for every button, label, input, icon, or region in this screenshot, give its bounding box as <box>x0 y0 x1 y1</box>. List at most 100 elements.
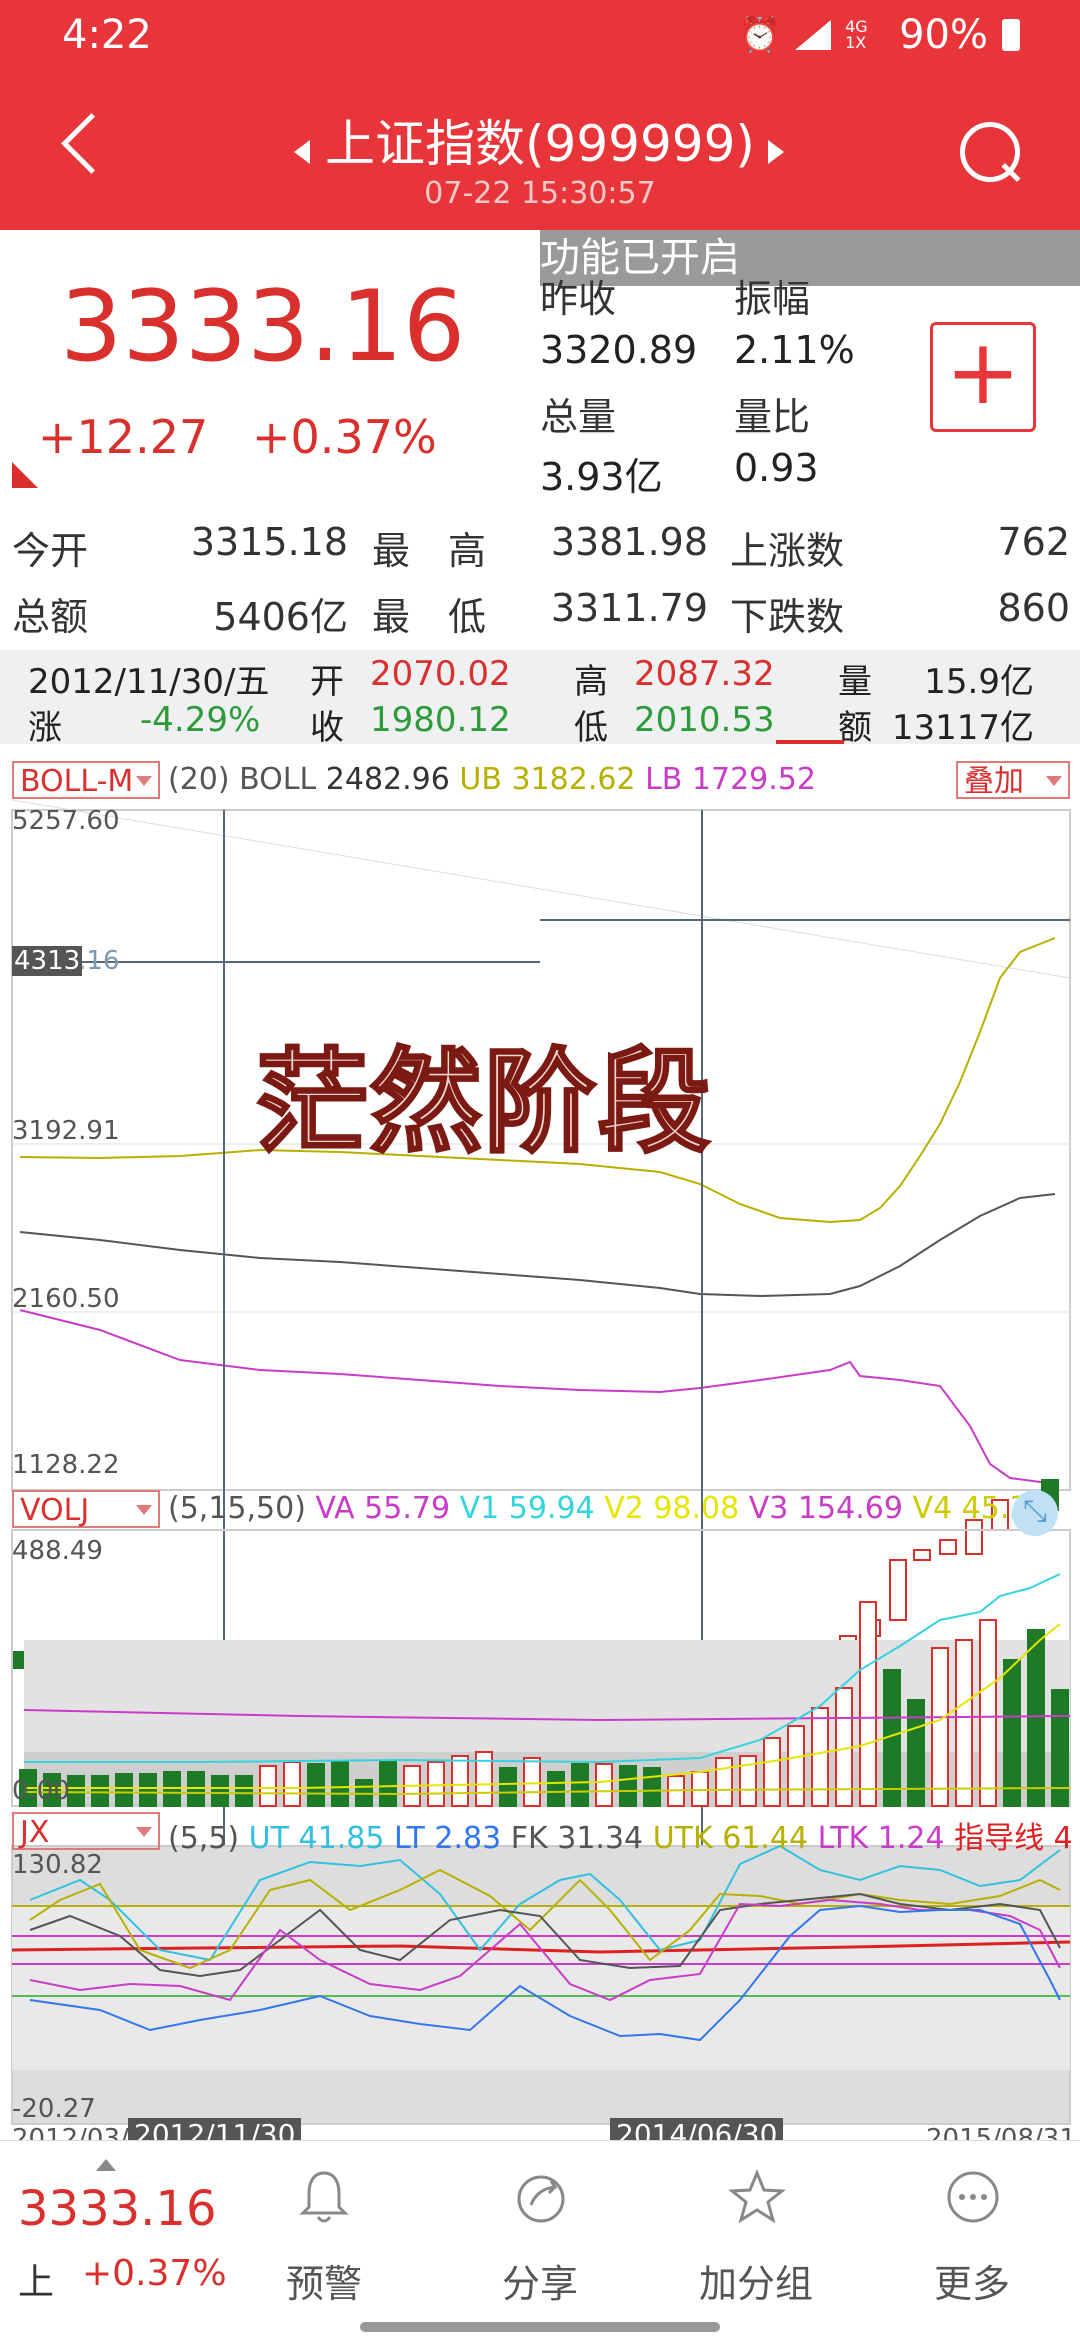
jx-zone <box>12 1906 1070 2070</box>
tab-add-group[interactable]: 加分组 <box>676 2159 836 2329</box>
volume-bar <box>1027 1629 1045 1807</box>
app-header: 4:22 ⏰ 4G 1X 90% 上证指数(999999) 07-22 15:3… <box>0 0 1080 230</box>
history-info-bar: 2012/11/30/五 开 2070.02 高 2087.32 量 15.9亿… <box>0 650 1080 748</box>
home-indicator[interactable] <box>360 2322 720 2332</box>
share-icon <box>517 2175 565 2223</box>
candle <box>889 1559 907 1621</box>
history-vol: 15.9亿 <box>924 662 1034 702</box>
battery-percent: 90% <box>899 12 988 58</box>
vol-indicator-select[interactable]: VOLJ <box>12 1490 160 1528</box>
history-chg-label: 涨 <box>28 708 62 748</box>
star-icon <box>729 2169 785 2224</box>
volume-bar <box>211 1775 229 1807</box>
network-label: 4G 1X <box>845 17 868 52</box>
expand-icon[interactable]: ⤡ <box>1012 1490 1058 1536</box>
history-close: 1980.12 <box>370 700 511 740</box>
ratio-value: 0.93 <box>734 446 819 490</box>
v1-value: 59.94 <box>508 1491 595 1526</box>
candle <box>939 1539 957 1555</box>
va-label: VA <box>315 1491 355 1526</box>
prev-close-value: 3320.89 <box>540 328 698 372</box>
collapse-arrow-icon[interactable] <box>96 2159 116 2171</box>
ltk-value: 1.24 <box>877 1821 945 1856</box>
lt-label: LT <box>393 1821 425 1856</box>
chart-area[interactable] <box>0 800 1080 2140</box>
bottom-price: 3333.16 <box>18 2181 217 2237</box>
next-stock-icon[interactable] <box>768 140 784 164</box>
volume-bar <box>523 1757 541 1807</box>
boll-value: 2482.96 <box>325 762 450 797</box>
tab-alert[interactable]: 预警 <box>244 2159 404 2329</box>
amplitude-label: 振幅 <box>734 277 811 321</box>
volume-bar <box>931 1647 949 1807</box>
history-close-label: 收 <box>310 708 344 748</box>
status-time: 4:22 <box>62 12 152 58</box>
tab-add-group-label: 加分组 <box>698 2262 813 2306</box>
up-count-value: 762 <box>997 520 1070 564</box>
fk-value: 31.34 <box>557 1821 644 1856</box>
jx-panel <box>11 1844 1071 2125</box>
jx-indicator-select[interactable]: JX <box>12 1812 160 1850</box>
lb-value: 1729.52 <box>691 762 816 797</box>
price-change: +12.27 <box>38 410 209 464</box>
tab-share[interactable]: 分享 <box>460 2159 620 2329</box>
ub-value: 3182.62 <box>511 762 636 797</box>
mid-line <box>19 1193 1056 1298</box>
boll-ylow: 2160.50 <box>12 1284 120 1314</box>
volume-bar <box>715 1757 733 1807</box>
volume-bar <box>859 1601 877 1807</box>
volume-bar <box>115 1773 133 1807</box>
volume-bar <box>235 1775 253 1807</box>
volume-bar <box>907 1699 925 1807</box>
volume-bar <box>571 1763 589 1807</box>
bottom-pct: +0.37% <box>82 2253 227 2294</box>
more-icon <box>947 2171 999 2223</box>
page-title: 上证指数(999999) <box>325 115 755 173</box>
volume-bar <box>283 1761 301 1807</box>
vol-ybottom: 0.00 <box>12 1776 70 1806</box>
utk-label: UTK <box>652 1821 713 1856</box>
volume-bar <box>547 1771 565 1807</box>
boll-ymid: 3192.91 <box>12 1116 120 1146</box>
volume-bar <box>259 1765 277 1807</box>
history-vol-label: 量 <box>838 662 872 702</box>
jx-ybottom: -20.27 <box>12 2094 96 2124</box>
history-chg: -4.29% <box>140 700 261 740</box>
v2-label: V2 <box>604 1491 644 1526</box>
volume-value: 3.93亿 <box>540 455 663 499</box>
jx-param: (5,5) <box>168 1821 240 1856</box>
utk-value: 61.44 <box>722 1821 809 1856</box>
v1-label: V1 <box>459 1491 500 1526</box>
volume-bar <box>595 1763 613 1807</box>
volume-bar <box>619 1765 637 1807</box>
volume-bar <box>91 1775 109 1807</box>
volume-bar <box>811 1707 829 1807</box>
tab-alert-label: 预警 <box>285 2262 362 2306</box>
boll-param: (20) BOLL <box>168 762 317 797</box>
overlay-select[interactable]: 叠加 <box>956 761 1070 799</box>
watermark-text: 茫然阶段 <box>255 1037 712 1170</box>
update-time: 07-22 15:30:57 <box>424 176 656 211</box>
candle <box>913 1549 931 1561</box>
history-high-label: 高 <box>574 662 608 702</box>
battery-icon <box>1002 19 1020 51</box>
alarm-icon: ⏰ <box>738 15 782 55</box>
down-count-label: 下跌数 <box>730 595 845 639</box>
history-underline <box>776 740 844 744</box>
volume-bar <box>379 1761 397 1807</box>
tab-more[interactable]: 更多 <box>892 2159 1052 2329</box>
volume-bar <box>307 1763 325 1807</box>
ub-label: UB <box>459 762 502 797</box>
amount-label: 总额 <box>12 595 89 639</box>
history-amt: 13117亿 <box>891 708 1034 748</box>
history-open-label: 开 <box>310 662 344 702</box>
up-count-label: 上涨数 <box>730 529 845 573</box>
down-count-value: 860 <box>997 586 1070 630</box>
lt-value: 2.83 <box>434 1821 502 1856</box>
volume-bar <box>427 1761 445 1807</box>
volume-bar <box>331 1761 349 1807</box>
add-watchlist-button[interactable]: + <box>930 322 1036 432</box>
va-value: 55.79 <box>364 1491 451 1526</box>
vol-panel <box>11 1529 1071 1807</box>
boll-indicator-select[interactable]: BOLL-M <box>12 761 160 799</box>
